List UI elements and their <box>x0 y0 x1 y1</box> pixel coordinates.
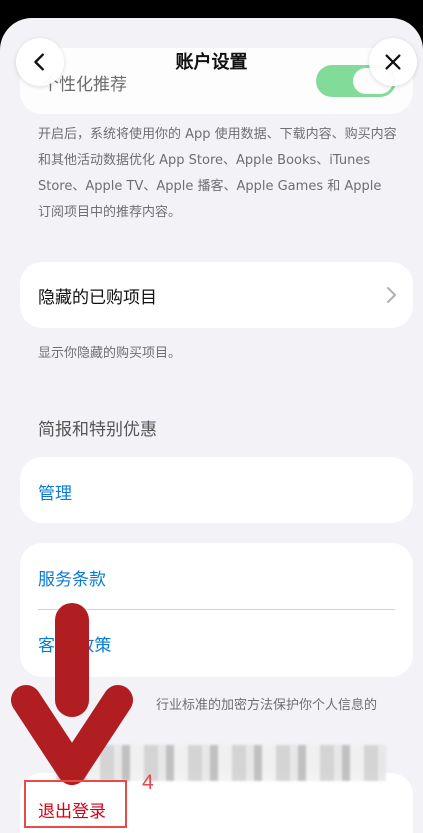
close-icon <box>385 54 401 70</box>
step-number: 4 <box>142 771 154 794</box>
manage-link[interactable]: 管理 <box>38 479 72 504</box>
hidden-purchases-description: 显示你隐藏的购买项目。 <box>38 346 182 361</box>
personalized-description: 开启后，系统将使用你的 App 使用数据、下载内容、购买内容和其他活动数据优化 … <box>38 127 397 220</box>
close-button[interactable] <box>369 38 417 86</box>
device-notch <box>116 0 306 6</box>
hidden-purchases-row[interactable]: 隐藏的已购项目 <box>20 262 413 328</box>
privacy-policy-link[interactable]: 客 私政策 <box>38 631 111 656</box>
privacy-footer-note: 行业标准的加密方法保护你个人信息的 <box>156 698 378 713</box>
hidden-purchases-label: 隐藏的已购项目 <box>38 288 157 308</box>
legal-card: 服务条款 客 私政策 <box>20 543 413 677</box>
redacted-account-info <box>56 745 386 781</box>
divider <box>38 609 395 610</box>
chevron-right-icon <box>387 287 396 303</box>
account-settings-sheet: 个性化推荐 账户设置 开启后，系统将使用你的 App 使用数据、下载内容、购买内… <box>0 18 423 833</box>
newsletters-section-title: 简报和特别优惠 <box>38 420 157 440</box>
sign-out-highlight-box <box>24 780 127 828</box>
manage-row[interactable]: 管理 <box>20 457 413 523</box>
page-title: 账户设置 <box>175 52 248 73</box>
terms-of-service-link[interactable]: 服务条款 <box>38 565 106 590</box>
